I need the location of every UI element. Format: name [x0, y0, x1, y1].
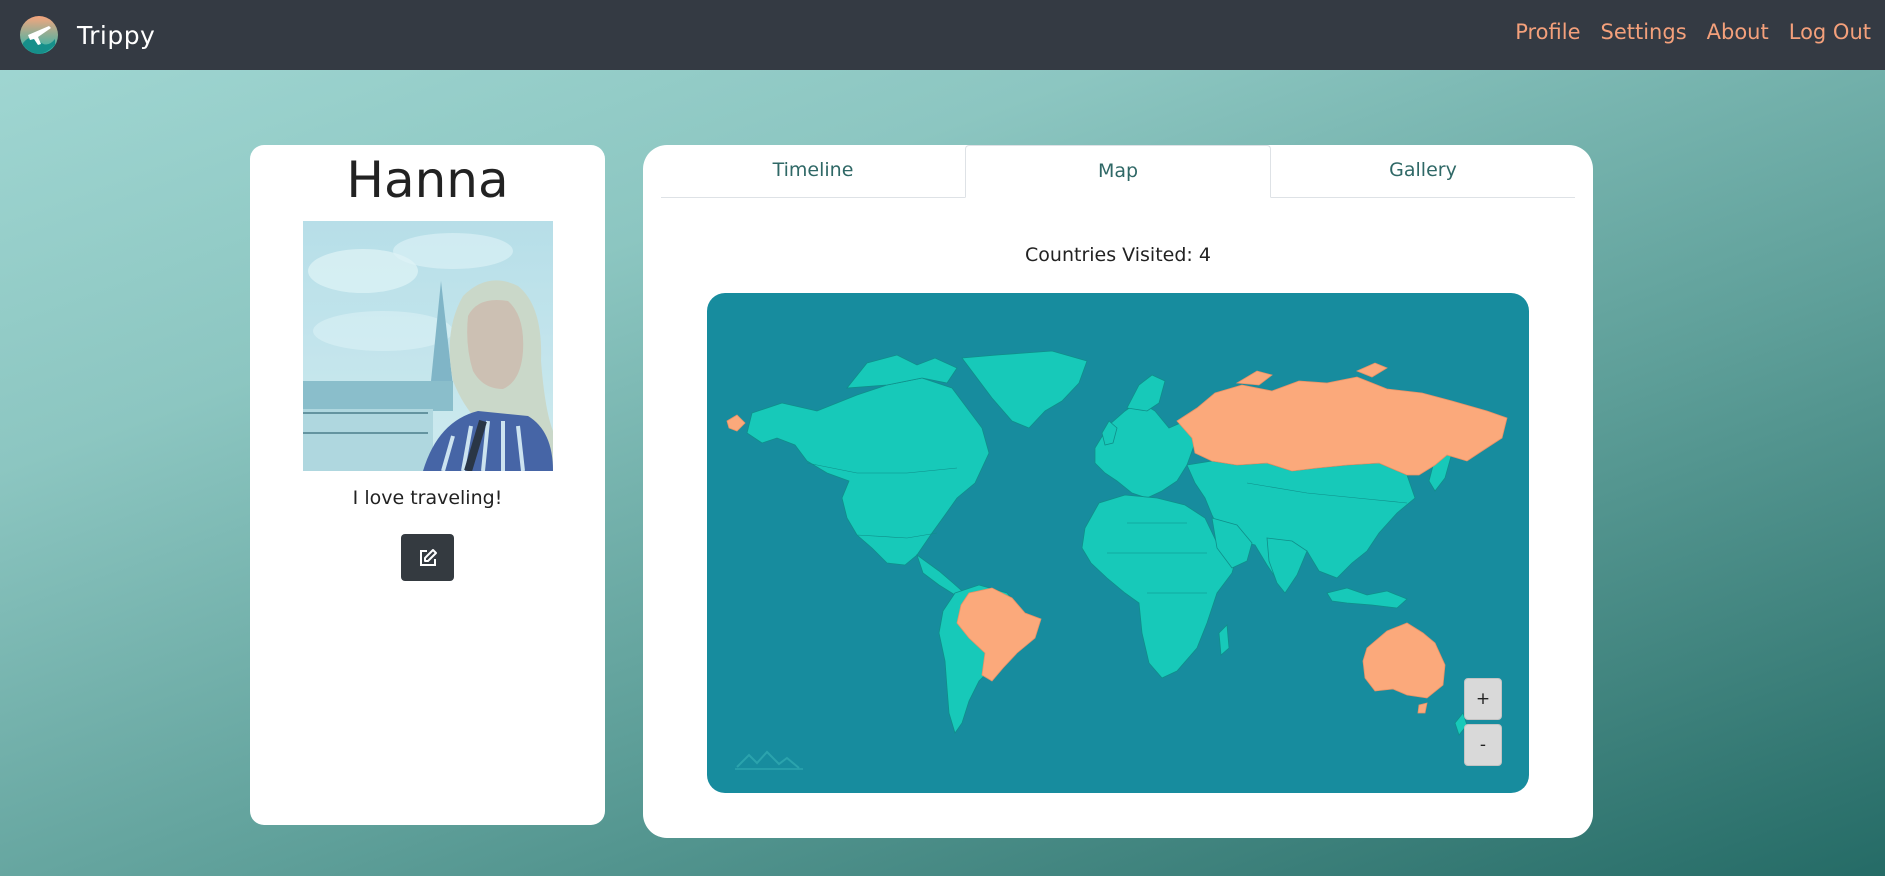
nav-about-link[interactable]: About	[1707, 20, 1769, 44]
tab-gallery[interactable]: Gallery	[1271, 145, 1575, 197]
map-watermark-icon	[735, 750, 803, 770]
map-card: Timeline Map Gallery Countries Visited: …	[643, 145, 1593, 838]
australia-visited	[1362, 622, 1446, 699]
app-name: Trippy	[77, 20, 156, 50]
countries-visited-count: Countries Visited: 4	[1025, 244, 1211, 266]
indonesia-land	[1326, 587, 1408, 609]
edit-profile-button[interactable]	[401, 534, 454, 581]
profile-tabs: Timeline Map Gallery	[661, 145, 1575, 198]
alaska-tip-visited	[726, 414, 746, 432]
nav-links: Profile Settings About Log Out	[1495, 20, 1871, 44]
tab-timeline[interactable]: Timeline	[661, 145, 965, 197]
russia-visited	[1176, 376, 1508, 476]
greenland-land	[961, 350, 1088, 429]
top-navbar: Trippy Profile Settings About Log Out	[0, 0, 1885, 70]
profile-photo	[303, 221, 553, 471]
profile-card: Hanna I love traveling!	[250, 145, 605, 825]
zoom-in-button[interactable]: +	[1464, 678, 1502, 720]
central-america-land	[916, 553, 963, 596]
madagascar-land	[1218, 624, 1230, 656]
plane-globe-logo-icon	[20, 16, 58, 54]
nav-profile-link[interactable]: Profile	[1515, 20, 1580, 44]
zoom-out-button[interactable]: -	[1464, 724, 1502, 766]
nav-settings-link[interactable]: Settings	[1601, 20, 1687, 44]
tab-map[interactable]: Map	[965, 145, 1271, 198]
tasmania-visited	[1417, 702, 1428, 714]
profile-name: Hanna	[346, 151, 509, 209]
scandinavia-land	[1126, 374, 1166, 412]
brand[interactable]: Trippy	[19, 15, 155, 55]
profile-photo-image	[303, 221, 553, 471]
profile-bio: I love traveling!	[352, 487, 503, 509]
north-america-land	[746, 377, 990, 566]
world-map[interactable]: + -	[707, 293, 1529, 793]
nav-logout-link[interactable]: Log Out	[1789, 20, 1871, 44]
edit-icon	[419, 548, 437, 566]
world-map-svg	[726, 350, 1508, 736]
europe-land	[1094, 400, 1196, 499]
